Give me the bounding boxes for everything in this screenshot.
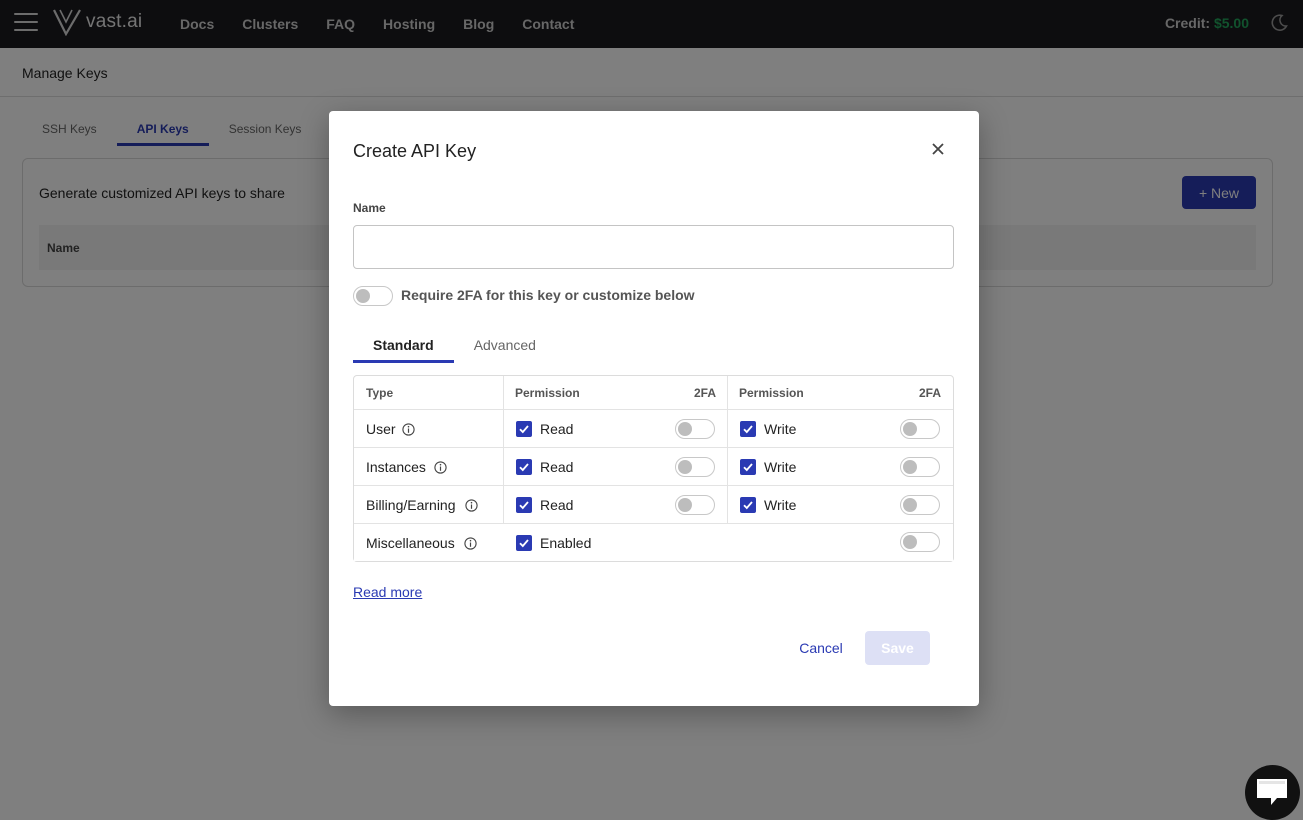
chat-button[interactable] <box>1245 765 1300 820</box>
table-row: Billing/Earning Read Write <box>354 486 953 524</box>
read-label: Read <box>540 421 574 437</box>
write-2fa-toggle[interactable] <box>900 419 940 439</box>
read-label: Read <box>540 497 574 513</box>
read-label: Read <box>540 459 574 475</box>
type-label: User <box>366 421 396 437</box>
enabled-label: Enabled <box>540 535 592 551</box>
require-2fa-label: Require 2FA for this key or customize be… <box>401 287 695 303</box>
read-2fa-toggle[interactable] <box>675 419 715 439</box>
name-label: Name <box>353 201 386 215</box>
read-checkbox[interactable] <box>516 459 532 475</box>
dialog-title: Create API Key <box>353 141 477 161</box>
write-2fa-toggle[interactable] <box>900 495 940 515</box>
read-2fa-toggle[interactable] <box>675 457 715 477</box>
write-label: Write <box>764 459 797 475</box>
header-permission: Permission <box>515 386 580 400</box>
tab-advanced[interactable]: Advanced <box>454 329 556 363</box>
enabled-2fa-toggle[interactable] <box>900 532 940 552</box>
table-row: Instances Read Write <box>354 448 953 486</box>
checkbox-checked-icon <box>519 463 529 472</box>
read-more-link[interactable]: Read more <box>353 584 422 600</box>
save-button[interactable]: Save <box>865 631 930 665</box>
type-label: Billing/Earning <box>366 497 456 513</box>
checkbox-checked-icon <box>743 501 753 510</box>
chat-icon <box>1257 779 1287 805</box>
table-header-row: Type Permission 2FA Permission 2FA <box>354 376 953 410</box>
info-icon[interactable] <box>465 499 478 512</box>
name-input[interactable] <box>353 225 954 269</box>
permissions-table: Type Permission 2FA Permission 2FA User … <box>353 375 954 562</box>
checkbox-checked-icon <box>519 501 529 510</box>
write-checkbox[interactable] <box>740 421 756 437</box>
type-label: Miscellaneous <box>366 535 455 551</box>
close-icon[interactable] <box>928 139 948 159</box>
header-permission: Permission <box>739 386 804 400</box>
checkbox-checked-icon <box>519 425 529 434</box>
info-icon[interactable] <box>464 537 477 550</box>
write-checkbox[interactable] <box>740 497 756 513</box>
read-2fa-toggle[interactable] <box>675 495 715 515</box>
require-2fa-toggle[interactable] <box>353 286 393 306</box>
checkbox-checked-icon <box>519 539 529 548</box>
read-checkbox[interactable] <box>516 497 532 513</box>
write-label: Write <box>764 497 797 513</box>
write-label: Write <box>764 421 797 437</box>
checkbox-checked-icon <box>743 463 753 472</box>
permission-tabs: Standard Advanced <box>353 329 556 363</box>
info-icon[interactable] <box>434 461 447 474</box>
cancel-button[interactable]: Cancel <box>789 631 853 665</box>
info-icon[interactable] <box>402 423 415 436</box>
table-row: Miscellaneous Enabled <box>354 524 953 561</box>
type-label: Instances <box>366 459 426 475</box>
create-api-key-dialog: Create API Key Name Require 2FA for this… <box>329 111 979 706</box>
write-checkbox[interactable] <box>740 459 756 475</box>
merged-cell-mask <box>727 524 730 560</box>
tab-standard[interactable]: Standard <box>353 329 454 363</box>
write-2fa-toggle[interactable] <box>900 457 940 477</box>
header-type: Type <box>366 386 394 400</box>
table-row: User Read Write <box>354 410 953 448</box>
enabled-checkbox[interactable] <box>516 535 532 551</box>
header-2fa: 2FA <box>694 386 717 400</box>
checkbox-checked-icon <box>743 425 753 434</box>
header-2fa: 2FA <box>919 386 942 400</box>
read-checkbox[interactable] <box>516 421 532 437</box>
